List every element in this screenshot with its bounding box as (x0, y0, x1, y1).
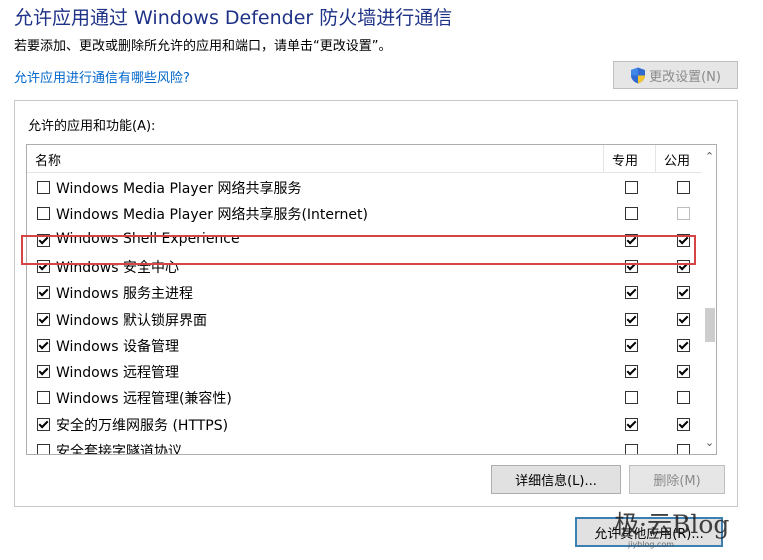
enable-checkbox[interactable] (37, 286, 50, 300)
public-checkbox[interactable] (677, 233, 690, 247)
enable-checkbox[interactable] (37, 312, 50, 326)
list-header: 名称 专用 公用 (27, 145, 702, 173)
public-checkbox[interactable] (677, 444, 690, 454)
enable-checkbox[interactable] (37, 181, 50, 194)
public-checkbox[interactable] (677, 207, 690, 221)
column-separator (603, 145, 604, 172)
list-item[interactable]: Windows 服务主进程 (27, 279, 702, 305)
enable-checkbox[interactable] (37, 391, 50, 405)
column-header-private[interactable]: 专用 (612, 150, 638, 169)
list-item[interactable]: Windows 设备管理 (27, 332, 702, 358)
list-item[interactable]: Windows Media Player 网络共享服务 (27, 174, 702, 200)
app-name: Windows 远程管理 (56, 365, 179, 382)
app-name: Windows 默认锁屏界面 (56, 312, 207, 329)
list-item[interactable]: Windows 远程管理(兼容性) (27, 384, 702, 410)
list-item[interactable]: Windows 默认锁屏界面 (27, 306, 702, 332)
private-checkbox[interactable] (625, 259, 638, 273)
list-item[interactable]: 安全的万维网服务 (HTTPS) (27, 411, 702, 437)
details-button[interactable]: 详细信息(L)... (491, 465, 621, 494)
change-settings-button[interactable]: 更改设置(N) (613, 61, 738, 89)
enable-checkbox[interactable] (37, 233, 50, 247)
delete-button[interactable]: 删除(M) (629, 465, 725, 494)
allowed-apps-label: 允许的应用和功能(A): (28, 119, 156, 134)
app-name: Windows 设备管理 (56, 338, 179, 355)
enable-checkbox[interactable] (37, 338, 50, 352)
public-checkbox[interactable] (677, 365, 690, 379)
enable-checkbox[interactable] (37, 207, 50, 221)
app-name: Windows 安全中心 (56, 259, 179, 276)
column-header-public[interactable]: 公用 (664, 150, 690, 169)
column-header-name[interactable]: 名称 (35, 150, 61, 169)
public-checkbox[interactable] (677, 312, 690, 326)
enable-checkbox[interactable] (37, 259, 50, 273)
app-name: 安全套接字隧道协议 (56, 444, 182, 455)
allowed-apps-group: 允许的应用和功能(A): 名称 专用 公用 Windows Media Play… (14, 100, 738, 507)
private-checkbox[interactable] (625, 286, 638, 300)
change-settings-label: 更改设置(N) (649, 69, 721, 85)
list-item[interactable]: Windows Media Player 网络共享服务(Internet) (27, 200, 702, 226)
app-name: Windows Media Player 网络共享服务(Internet) (56, 207, 368, 224)
private-checkbox[interactable] (625, 207, 638, 221)
page-title: 允许应用通过 Windows Defender 防火墙进行通信 (14, 7, 453, 29)
private-checkbox[interactable] (625, 391, 638, 405)
column-separator (655, 145, 656, 172)
list-item[interactable]: 安全套接字隧道协议 (27, 437, 702, 455)
allowed-apps-list[interactable]: 名称 专用 公用 Windows Media Player 网络共享服务 Wind… (26, 144, 717, 455)
private-checkbox[interactable] (625, 444, 638, 454)
watermark-logo: 极·云Blog (614, 510, 730, 539)
private-checkbox[interactable] (625, 312, 638, 326)
app-name: Windows Shell Experience (56, 230, 240, 247)
public-checkbox[interactable] (677, 286, 690, 300)
scroll-thumb[interactable] (705, 308, 715, 342)
app-name: 安全的万维网服务 (HTTPS) (56, 417, 229, 434)
app-name: Windows 远程管理(兼容性) (56, 391, 232, 408)
app-name: Windows Media Player 网络共享服务 (56, 181, 302, 197)
public-checkbox[interactable] (677, 338, 690, 352)
public-checkbox[interactable] (677, 259, 690, 273)
list-scrollbar[interactable]: ⌃ ⌄ (703, 145, 716, 454)
private-checkbox[interactable] (625, 365, 638, 379)
risk-info-link[interactable]: 允许应用进行通信有哪些风险? (14, 67, 190, 86)
enable-checkbox[interactable] (37, 417, 50, 431)
list-item[interactable]: Windows 安全中心 (27, 253, 702, 279)
public-checkbox[interactable] (677, 417, 690, 431)
instructions-text: 若要添加、更改或删除所允许的应用和端口，请单击“更改设置”。 (14, 39, 392, 54)
list-item[interactable]: Windows Shell Experience (27, 227, 702, 253)
app-name: Windows 服务主进程 (56, 286, 193, 303)
watermark-url: jiyblog.com (628, 540, 675, 549)
enable-checkbox[interactable] (37, 444, 50, 454)
private-checkbox[interactable] (625, 233, 638, 247)
list-item[interactable]: Windows 远程管理 (27, 358, 702, 384)
scroll-down-icon[interactable]: ⌄ (703, 435, 716, 451)
private-checkbox[interactable] (625, 338, 638, 352)
private-checkbox[interactable] (625, 417, 638, 431)
enable-checkbox[interactable] (37, 365, 50, 379)
scroll-up-icon[interactable]: ⌃ (703, 149, 716, 165)
public-checkbox[interactable] (677, 391, 690, 405)
uac-shield-icon (631, 67, 646, 83)
private-checkbox[interactable] (625, 181, 638, 194)
public-checkbox[interactable] (677, 181, 690, 194)
